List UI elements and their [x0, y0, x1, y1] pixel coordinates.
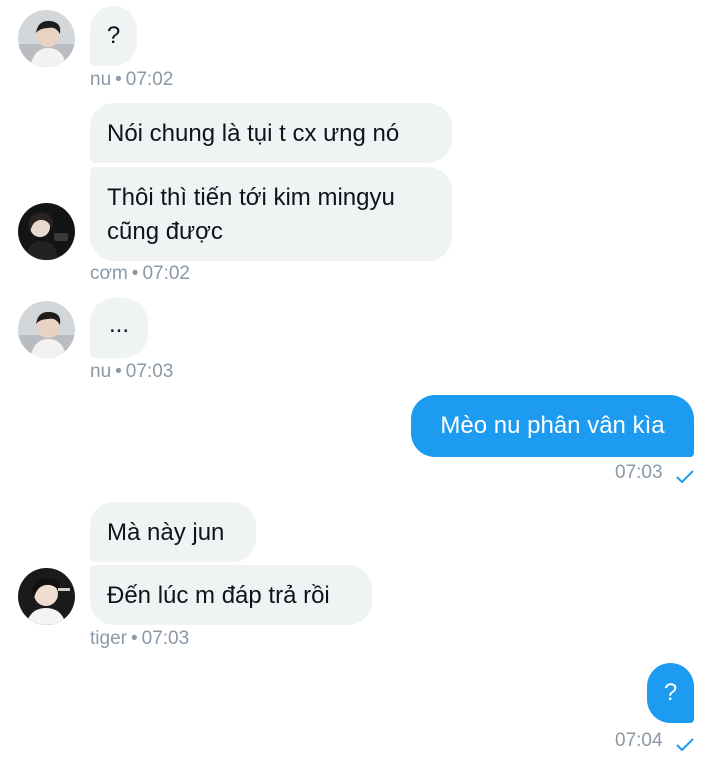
message-text: Mà này jun [107, 519, 225, 546]
avatar-nu-image [18, 10, 75, 67]
message-time: 07:03 [125, 361, 174, 382]
message-bubble[interactable]: Nói chung là tụi t cx ưng nó [90, 103, 452, 163]
message-time: 07:03 [141, 628, 190, 649]
message-text: Đến lúc m đáp trả rồi [107, 582, 330, 609]
message-text-line: cũng được [107, 218, 223, 245]
separator-dot: • [115, 361, 122, 382]
message-text: ... [108, 311, 129, 338]
message-meta: tiger • 07:03 [90, 628, 189, 650]
check-icon [676, 470, 694, 484]
message-bubble-outgoing[interactable]: ? [647, 663, 694, 723]
avatar-nu[interactable] [18, 10, 75, 67]
avatar-nu[interactable] [18, 301, 75, 358]
avatar-tiger-image [18, 568, 75, 625]
avatar-tiger[interactable] [18, 568, 75, 625]
avatar-com-image [18, 203, 75, 260]
message-meta: nu • 07:03 [90, 361, 173, 383]
message-text-line: Thôi thì tiến tới kim mingyu [107, 184, 395, 211]
avatar-com[interactable] [18, 203, 75, 260]
message-text: Nói chung là tụi t cx ưng nó [107, 120, 400, 147]
message-text: ? [106, 22, 121, 49]
message-meta: cơm • 07:02 [90, 263, 190, 285]
sender-name: cơm [90, 263, 128, 284]
sender-name: nu [90, 69, 112, 90]
message-bubble[interactable]: Mà này jun [90, 502, 256, 562]
separator-dot: • [131, 263, 139, 284]
message-time: 07:02 [142, 263, 190, 284]
message-time: 07:03 [615, 462, 663, 483]
message-text: ? [663, 679, 678, 706]
message-bubble[interactable]: Thôi thì tiến tới kim mingyu cũng được [90, 167, 452, 261]
sender-name: nu [90, 361, 112, 382]
message-bubble[interactable]: Đến lúc m đáp trả rồi [90, 565, 372, 625]
sender-name: tiger [90, 628, 127, 649]
avatar-nu-image [18, 301, 75, 358]
check-icon [676, 738, 694, 752]
message-bubble-outgoing[interactable]: Mèo nu phân vân kìa [411, 395, 694, 457]
message-bubble[interactable]: ... [90, 298, 148, 358]
separator-dot: • [115, 69, 122, 90]
message-time: 07:02 [125, 69, 174, 90]
separator-dot: • [130, 628, 138, 649]
message-text: Mèo nu phân vân kìa [440, 412, 665, 439]
message-time: 07:04 [615, 730, 663, 751]
message-meta: nu • 07:02 [90, 69, 173, 91]
message-bubble[interactable]: ? [90, 6, 137, 66]
